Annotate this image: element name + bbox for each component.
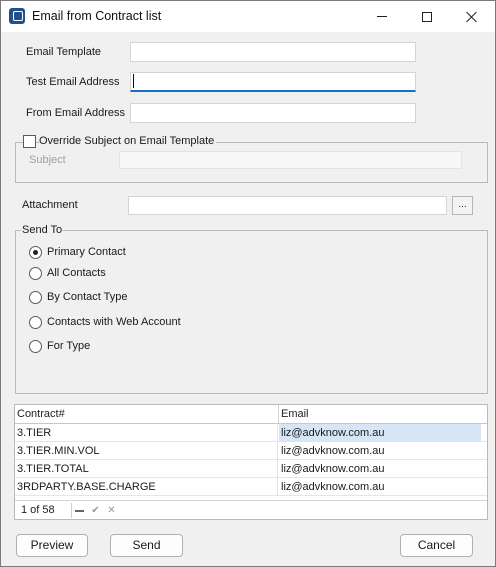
table-row[interactable]: 3RDPARTY.BASE.CHARGE liz@advknow.com.au — [15, 478, 487, 496]
preview-button[interactable]: Preview — [16, 534, 88, 557]
test-email-input[interactable] — [130, 72, 416, 92]
email-cell[interactable]: liz@advknow.com.au — [279, 424, 481, 442]
from-email-label: From Email Address — [26, 107, 126, 119]
email-cell[interactable]: liz@advknow.com.au — [279, 442, 481, 460]
text-caret — [133, 74, 134, 88]
email-template-input[interactable] — [130, 42, 416, 62]
maximize-button[interactable] — [404, 1, 450, 32]
send-button[interactable]: Send — [110, 534, 183, 557]
email-dialog: Email from Contract list Email Template … — [0, 0, 496, 567]
contract-cell[interactable]: 3.TIER.TOTAL — [15, 460, 278, 478]
radio-by-contact-type[interactable] — [29, 291, 42, 304]
from-email-input[interactable] — [130, 103, 416, 123]
attachment-input[interactable] — [128, 196, 447, 215]
close-button[interactable] — [449, 1, 495, 32]
contract-cell[interactable]: 3.TIER.MIN.VOL — [15, 442, 278, 460]
override-subject-checkbox[interactable] — [23, 135, 36, 148]
browse-button[interactable]: ... — [452, 196, 473, 215]
window-title: Email from Contract list — [32, 9, 162, 23]
contract-cell[interactable]: 3.TIER — [15, 424, 278, 442]
radio-primary-contact[interactable] — [29, 246, 42, 259]
attachment-label: Attachment — [22, 199, 78, 211]
table-row[interactable]: 3.TIER liz@advknow.com.au — [15, 424, 487, 442]
all-contacts-label: All Contacts — [47, 267, 106, 279]
cancel-edit-icon[interactable]: ✕ — [104, 503, 119, 518]
subject-label: Subject — [29, 154, 66, 166]
column-header-contract[interactable]: Contract# — [15, 405, 65, 424]
minimize-icon — [377, 16, 387, 17]
contract-cell[interactable]: 3RDPARTY.BASE.CHARGE — [15, 478, 278, 496]
primary-contact-label: Primary Contact — [47, 246, 126, 258]
cancel-button[interactable]: Cancel — [400, 534, 473, 557]
close-icon — [466, 11, 478, 23]
delete-record-icon[interactable] — [72, 503, 87, 518]
radio-for-type[interactable] — [29, 340, 42, 353]
pager-count: 1 of 58 — [21, 504, 55, 516]
title-bar: Email from Contract list — [1, 1, 495, 32]
email-template-label: Email Template — [26, 46, 101, 58]
radio-contacts-web-account[interactable] — [29, 316, 42, 329]
contacts-web-account-label: Contacts with Web Account — [47, 316, 181, 328]
table-row[interactable]: 3.TIER.MIN.VOL liz@advknow.com.au — [15, 442, 487, 460]
grid-pager: 1 of 58 ✔ ✕ — [15, 500, 487, 519]
minimize-button[interactable] — [359, 1, 405, 32]
grid-header: Contract# Email — [15, 405, 487, 424]
contract-grid: Contract# Email 3.TIER liz@advknow.com.a… — [14, 404, 488, 520]
radio-all-contacts[interactable] — [29, 267, 42, 280]
app-logo-icon — [9, 8, 25, 24]
for-type-label: For Type — [47, 340, 91, 352]
email-cell[interactable]: liz@advknow.com.au — [279, 460, 481, 478]
email-cell[interactable]: liz@advknow.com.au — [279, 478, 481, 496]
post-edit-icon[interactable]: ✔ — [88, 503, 103, 518]
send-to-legend: Send To — [21, 224, 64, 236]
table-row[interactable]: 3.TIER.TOTAL liz@advknow.com.au — [15, 460, 487, 478]
by-contact-type-label: By Contact Type — [47, 291, 128, 303]
column-header-email[interactable]: Email — [279, 405, 309, 424]
test-email-label: Test Email Address — [26, 76, 120, 88]
override-subject-label: Override Subject on Email Template — [39, 135, 217, 147]
maximize-icon — [422, 11, 432, 22]
subject-input[interactable] — [119, 151, 462, 169]
